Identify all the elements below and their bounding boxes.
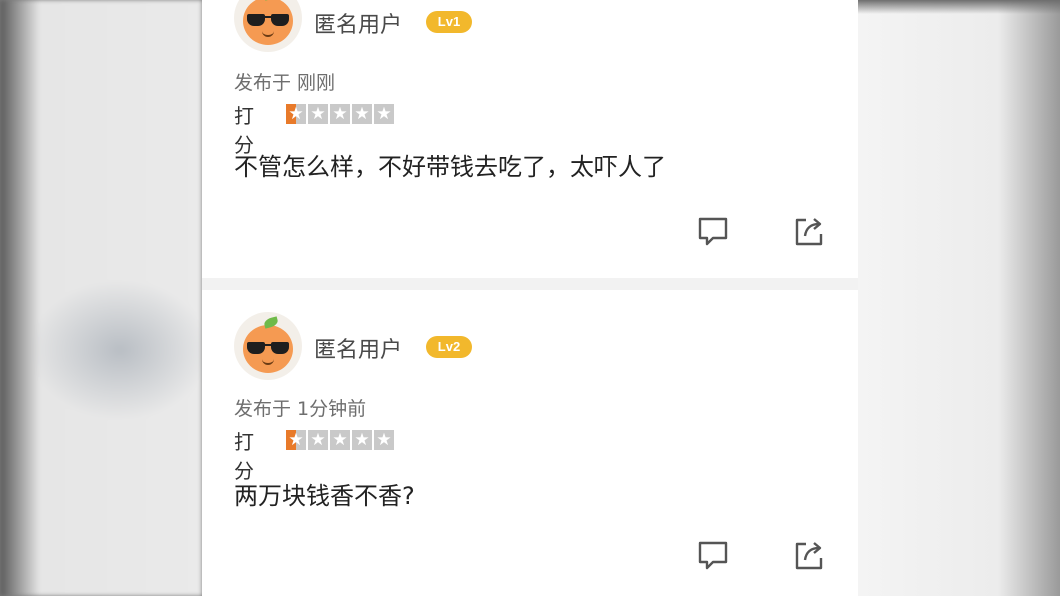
- username[interactable]: 匿名用户: [314, 332, 402, 364]
- avatar[interactable]: [234, 312, 302, 380]
- comment-text: 不管怎么样，不好带钱去吃了，太吓人了: [234, 153, 666, 181]
- star-icon: [352, 104, 372, 124]
- comment-text: 两万块钱香不香?: [234, 482, 415, 510]
- blurred-background-right: [858, 0, 1060, 596]
- star-icon: [352, 430, 372, 450]
- blurred-background-left: [0, 0, 202, 596]
- star-rating: [286, 104, 394, 125]
- level-badge: Lv1: [426, 11, 472, 33]
- star-icon: [374, 430, 394, 450]
- star-icon: [286, 104, 306, 124]
- comment-card: 匿名用户 Lv1 发布于 刚刚 打分 不管怎么样，不好带钱去吃了，太吓人了: [202, 0, 858, 278]
- avatar[interactable]: [234, 0, 302, 52]
- star-icon: [286, 430, 306, 450]
- reply-icon[interactable]: [696, 214, 730, 248]
- reply-icon[interactable]: [696, 538, 730, 572]
- star-icon: [308, 430, 328, 450]
- share-icon[interactable]: [792, 214, 826, 248]
- star-icon: [330, 104, 350, 124]
- comment-feed: 匿名用户 Lv1 发布于 刚刚 打分 不管怎么样，不好带钱去吃了，太吓人了 匿: [202, 0, 858, 596]
- comment-card: 匿名用户 Lv2 发布于 1分钟前 打分 两万块钱香不香?: [202, 290, 858, 596]
- star-icon: [330, 430, 350, 450]
- username[interactable]: 匿名用户: [314, 7, 402, 39]
- star-rating: [286, 430, 394, 451]
- level-badge: Lv2: [426, 336, 472, 358]
- share-icon[interactable]: [792, 538, 826, 572]
- post-time: 发布于 1分钟前: [234, 398, 367, 420]
- star-icon: [374, 104, 394, 124]
- star-icon: [308, 104, 328, 124]
- post-time: 发布于 刚刚: [234, 72, 336, 94]
